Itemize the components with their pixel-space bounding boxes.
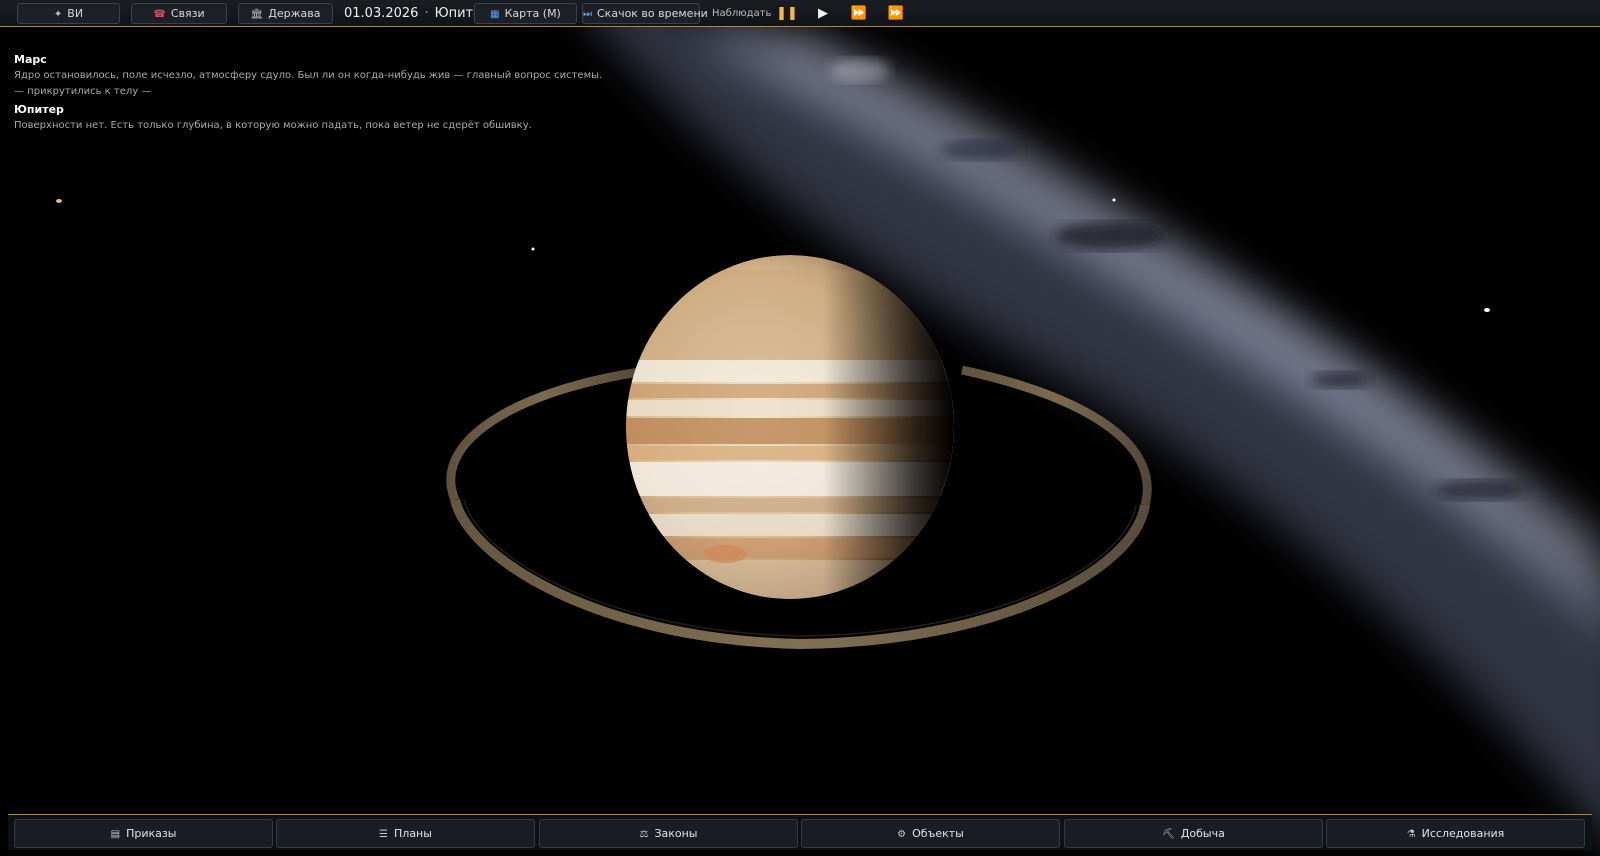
scales-icon: ⚖ (639, 829, 649, 840)
timejump-button-label: Скачок во времени (597, 7, 708, 20)
laws-button-label: Законы (654, 827, 698, 840)
list-icon: ☰ (379, 829, 389, 840)
map-icon: ▦ (490, 9, 500, 20)
fastest-forward-button[interactable]: ⏩ (884, 4, 908, 24)
skip-icon: ⏭ (583, 9, 592, 20)
orders-button-label: Приказы (126, 827, 177, 840)
timejump-button[interactable]: ⏭ Скачок во времени (582, 3, 708, 24)
contacts-button[interactable]: ☎ Связи (131, 3, 227, 24)
mars-title: Марс (14, 53, 47, 66)
flask-icon: ⚗ (1406, 829, 1416, 840)
moon-marker[interactable] (1484, 308, 1490, 312)
top-toolbar: ✦ ВИ ☎ Связи 🏛 Держава 01.03.2026 · Юпитер ▦ К… (0, 0, 1600, 27)
state-button-label: Держава (268, 7, 321, 20)
ai-button-label: ВИ (67, 7, 84, 20)
plans-button-label: Планы (394, 827, 432, 840)
moon-marker[interactable] (56, 199, 62, 203)
play-button[interactable]: ▶ (811, 4, 835, 24)
research-button[interactable]: ⚗ Исследования (1326, 819, 1585, 848)
plans-button[interactable]: ☰ Планы (276, 819, 535, 848)
mining-button[interactable]: ⛏ Добыча (1064, 819, 1323, 848)
ai-button[interactable]: ✦ ВИ (17, 3, 120, 24)
jupiter-planet[interactable] (600, 255, 980, 600)
laws-button[interactable]: ⚖ Законы (539, 819, 798, 848)
moon-marker[interactable] (1112, 198, 1116, 202)
research-button-label: Исследования (1421, 827, 1505, 840)
gear-icon: ⚙ (897, 829, 907, 840)
objects-button[interactable]: ⚙ Объекты (801, 819, 1060, 848)
current-date-location: 01.03.2026 · Юпитер (344, 4, 489, 23)
sparkle-icon: ✦ (53, 9, 63, 20)
bottom-toolbar: ▤ Приказы ☰ Планы ⚖ Законы ⚙ Объекты ⛏ Добыча… (8, 814, 1592, 850)
contacts-icon: ☎ (153, 9, 166, 20)
contacts-button-label: Связи (170, 7, 205, 20)
map-button-label: Карта (M) (504, 7, 561, 20)
pause-button[interactable]: ❚❚ (775, 4, 799, 24)
mars-description: Ядро остановилось, поле исчезло, атмосфе… (14, 70, 603, 81)
map-button[interactable]: ▦ Карта (M) (474, 3, 577, 24)
mars-note: — прикрутились к телу — (14, 86, 152, 97)
current-date: 01.03.2026 (344, 6, 419, 21)
observe-label: Наблюдать (712, 8, 772, 19)
mining-button-label: Добыча (1180, 827, 1225, 840)
orders-button[interactable]: ▤ Приказы (14, 819, 273, 848)
pickaxe-icon: ⛏ (1162, 829, 1175, 840)
jupiter-description: Поверхности нет. Есть только глубина, в … (14, 120, 532, 131)
jupiter-title: Юпитер (14, 103, 64, 116)
objects-button-label: Объекты (912, 827, 964, 840)
date-separator: · (424, 6, 429, 21)
state-button[interactable]: 🏛 Держава (238, 3, 333, 24)
orders-icon: ▤ (110, 829, 121, 840)
government-icon: 🏛 (250, 9, 264, 20)
fast-forward-button[interactable]: ⏩ (847, 4, 871, 24)
moon-marker[interactable] (531, 247, 535, 251)
